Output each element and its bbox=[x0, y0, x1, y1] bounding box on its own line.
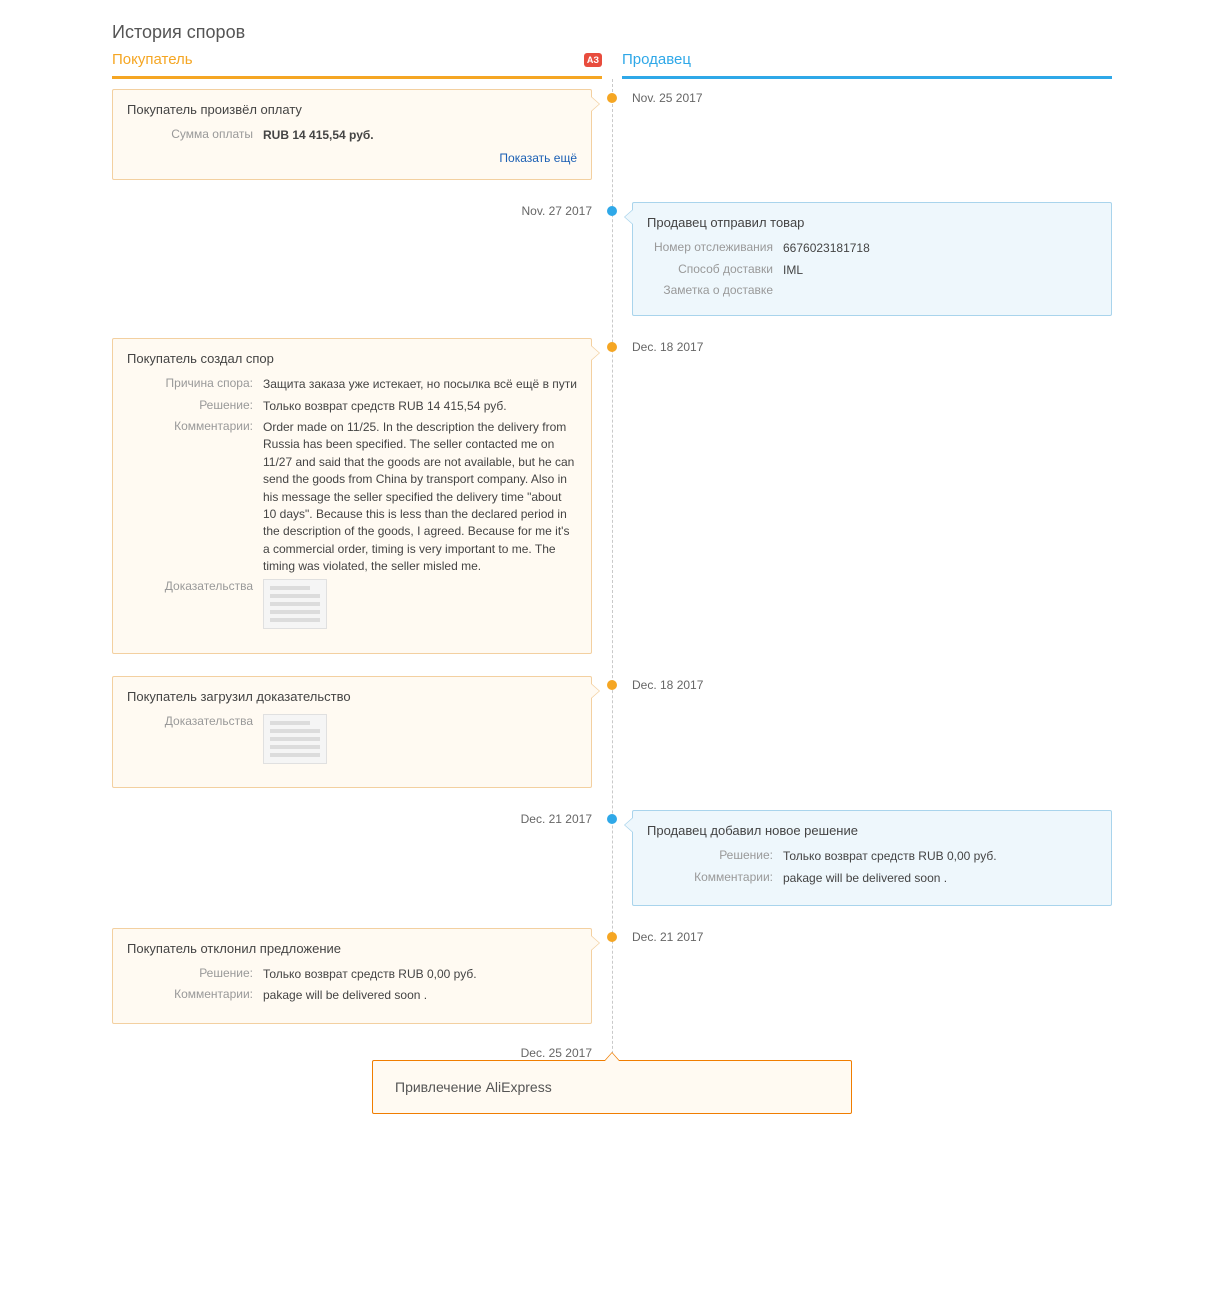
buyer-label: Покупатель bbox=[112, 51, 193, 68]
kv-value bbox=[783, 283, 1097, 297]
kv-row: Доказательства bbox=[127, 714, 577, 769]
kv-value: Order made on 11/25. In the description … bbox=[263, 419, 577, 576]
kv-row: Способ доставкиIML bbox=[647, 262, 1097, 279]
kv-row: Комментарии:pakage will be delivered soo… bbox=[127, 987, 577, 1004]
seller-card: Продавец отправил товар Номер отслеживани… bbox=[632, 202, 1112, 316]
buyer-card: Покупатель произвёл оплату Сумма оплатыRU… bbox=[112, 89, 592, 180]
timeline-dot bbox=[607, 680, 617, 690]
entry-date: Dec. 18 2017 bbox=[632, 676, 1112, 692]
kv-label: Причина спора: bbox=[127, 376, 263, 393]
timeline-entry: Nov. 27 2017 Продавец отправил товар Номер… bbox=[112, 202, 1112, 316]
timeline-dot bbox=[607, 932, 617, 942]
evidence-thumbnail[interactable] bbox=[263, 714, 327, 764]
entry-date: Dec. 21 2017 bbox=[112, 810, 592, 826]
buyer-column-header: Покупатель АЗ bbox=[112, 51, 602, 79]
card-title: Продавец отправил товар bbox=[647, 215, 1097, 230]
kv-value: 6676023181718 bbox=[783, 240, 1097, 257]
entry-date: Nov. 25 2017 bbox=[632, 89, 1112, 105]
kv-label: Комментарии: bbox=[127, 987, 263, 1004]
timeline-entry: Покупатель загрузил доказательство Доказа… bbox=[112, 676, 1112, 788]
columns-header: Покупатель АЗ Продавец bbox=[112, 51, 1112, 79]
kv-value: IML bbox=[783, 262, 1097, 279]
kv-label: Доказательства bbox=[127, 714, 263, 769]
entry-date: Dec. 25 2017 bbox=[521, 1046, 592, 1060]
timeline-dot bbox=[607, 206, 617, 216]
kv-value: Защита заказа уже истекает, но посылка в… bbox=[263, 376, 577, 393]
kv-label: Решение: bbox=[127, 966, 263, 983]
buyer-card: Покупатель отклонил предложение Решение:Т… bbox=[112, 928, 592, 1024]
entry-date: Nov. 27 2017 bbox=[112, 202, 592, 218]
kv-label: Решение: bbox=[647, 848, 783, 865]
card-title: Привлечение AliExpress bbox=[395, 1079, 829, 1095]
kv-label: Комментарии: bbox=[647, 870, 783, 887]
kv-value: RUB 14 415,54 руб. bbox=[263, 127, 577, 144]
kv-label: Комментарии: bbox=[127, 419, 263, 576]
card-title: Продавец добавил новое решение bbox=[647, 823, 1097, 838]
evidence-thumbnail[interactable] bbox=[263, 579, 327, 629]
entry-date: Dec. 18 2017 bbox=[632, 338, 1112, 354]
timeline-entry: Покупатель создал спор Причина спора:Защи… bbox=[112, 338, 1112, 654]
kv-row: Доказательства bbox=[127, 579, 577, 634]
kv-label: Сумма оплаты bbox=[127, 127, 263, 144]
kv-value: pakage will be delivered soon . bbox=[783, 870, 1097, 887]
kv-label: Решение: bbox=[127, 398, 263, 415]
timeline-dot bbox=[607, 814, 617, 824]
timeline: Покупатель произвёл оплату Сумма оплатыRU… bbox=[112, 79, 1112, 1114]
buyer-card: Покупатель загрузил доказательство Доказа… bbox=[112, 676, 592, 788]
kv-value: Только возврат средств RUB 0,00 руб. bbox=[263, 966, 577, 983]
buyer-badge: АЗ bbox=[584, 53, 602, 67]
kv-label: Доказательства bbox=[127, 579, 263, 634]
timeline-dot bbox=[607, 93, 617, 103]
entry-date: Dec. 21 2017 bbox=[632, 928, 1112, 944]
center-entry: Dec. 25 2017 Привлечение AliExpress bbox=[112, 1046, 1112, 1114]
show-more-link[interactable]: Показать ещё bbox=[499, 151, 577, 165]
kv-value: Только возврат средств RUB 0,00 руб. bbox=[783, 848, 1097, 865]
kv-row: Решение:Только возврат средств RUB 14 41… bbox=[127, 398, 577, 415]
kv-row: Решение:Только возврат средств RUB 0,00 … bbox=[647, 848, 1097, 865]
card-title: Покупатель отклонил предложение bbox=[127, 941, 577, 956]
kv-row: Номер отслеживания6676023181718 bbox=[647, 240, 1097, 257]
card-title: Покупатель произвёл оплату bbox=[127, 102, 577, 117]
kv-label: Заметка о доставке bbox=[647, 283, 783, 297]
kv-row: Заметка о доставке bbox=[647, 283, 1097, 297]
kv-value: pakage will be delivered soon . bbox=[263, 987, 577, 1004]
page-title: История споров bbox=[112, 22, 1112, 43]
kv-row: Сумма оплатыRUB 14 415,54 руб. bbox=[127, 127, 577, 144]
timeline-dot bbox=[607, 342, 617, 352]
kv-value bbox=[263, 714, 577, 769]
timeline-entry: Покупатель отклонил предложение Решение:Т… bbox=[112, 928, 1112, 1024]
timeline-entry: Покупатель произвёл оплату Сумма оплатыRU… bbox=[112, 89, 1112, 180]
buyer-card: Покупатель создал спор Причина спора:Защи… bbox=[112, 338, 592, 654]
kv-label: Номер отслеживания bbox=[647, 240, 783, 257]
timeline-entry: Dec. 21 2017 Продавец добавил новое решен… bbox=[112, 810, 1112, 906]
kv-row: Комментарии:pakage will be delivered soo… bbox=[647, 870, 1097, 887]
card-title: Покупатель загрузил доказательство bbox=[127, 689, 577, 704]
kv-value: Только возврат средств RUB 14 415,54 руб… bbox=[263, 398, 577, 415]
seller-label: Продавец bbox=[622, 51, 691, 68]
seller-column-header: Продавец bbox=[622, 51, 1112, 79]
kv-label: Способ доставки bbox=[647, 262, 783, 279]
kv-value bbox=[263, 579, 577, 634]
kv-row: Решение:Только возврат средств RUB 0,00 … bbox=[127, 966, 577, 983]
seller-card: Продавец добавил новое решение Решение:То… bbox=[632, 810, 1112, 906]
kv-row: Причина спора:Защита заказа уже истекает… bbox=[127, 376, 577, 393]
kv-row: Комментарии:Order made on 11/25. In the … bbox=[127, 419, 577, 576]
center-card: Привлечение AliExpress bbox=[372, 1060, 852, 1114]
card-title: Покупатель создал спор bbox=[127, 351, 577, 366]
